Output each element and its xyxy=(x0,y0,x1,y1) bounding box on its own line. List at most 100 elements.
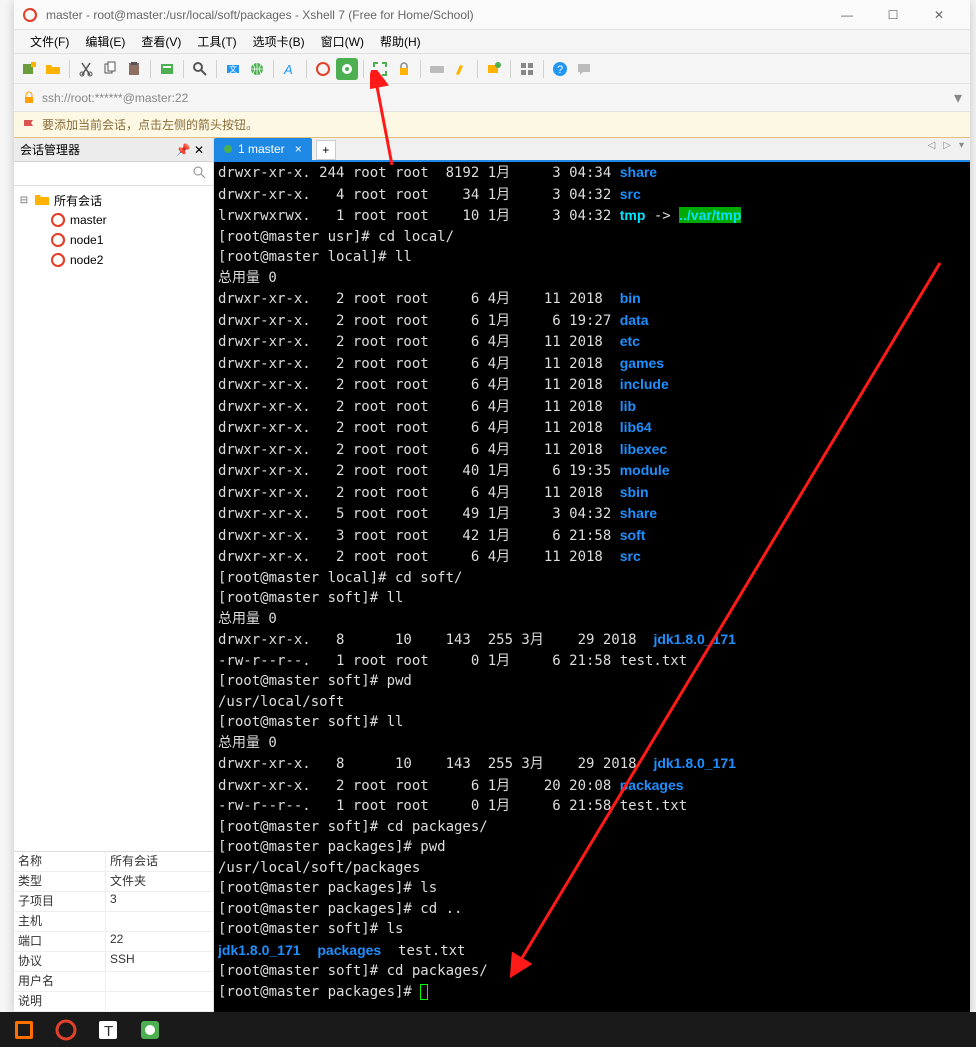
session-tree: ⊟ 所有会话 master node1 node2 xyxy=(14,186,213,851)
taskbar: T xyxy=(0,1012,976,1047)
sidebar: 会话管理器 📌 ✕ ⊟ 所有会话 masternode1node2 名称所有会话… xyxy=(14,138,214,1012)
separator-icon xyxy=(273,60,274,78)
fullscreen-button[interactable] xyxy=(369,58,391,80)
collapse-icon[interactable]: ⊟ xyxy=(18,195,30,206)
highlight-button[interactable] xyxy=(450,58,472,80)
dropdown-icon[interactable]: ▾ xyxy=(954,88,962,108)
find-button[interactable] xyxy=(189,58,211,80)
globe-button[interactable] xyxy=(246,58,268,80)
address-bar[interactable]: ssh://root:******@master:22 ▾ xyxy=(14,84,970,112)
search-input[interactable] xyxy=(14,162,213,185)
new-session-button[interactable] xyxy=(18,58,40,80)
search-icon xyxy=(193,166,207,180)
cut-button[interactable] xyxy=(75,58,97,80)
terminal[interactable]: drwxr-xr-x. 244 root root 8192 1月 3 04:3… xyxy=(214,162,970,1012)
separator-icon xyxy=(510,60,511,78)
body: 会话管理器 📌 ✕ ⊟ 所有会话 masternode1node2 名称所有会话… xyxy=(14,138,970,1012)
prop-key: 端口 xyxy=(14,932,106,951)
close-button[interactable]: ✕ xyxy=(916,0,962,30)
windows-button[interactable] xyxy=(516,58,538,80)
taskbar-xftp-icon[interactable] xyxy=(138,1018,162,1042)
prop-row: 子项目3 xyxy=(14,892,213,912)
prop-value: 所有会话 xyxy=(106,852,213,871)
svg-text:文: 文 xyxy=(229,64,237,74)
tree-session-node1[interactable]: node1 xyxy=(42,230,213,250)
xftp-button[interactable] xyxy=(336,58,358,80)
menu-file[interactable]: 文件(F) xyxy=(22,29,77,54)
tabbar: 1 master × + ◁ ▷ ▾ xyxy=(214,138,970,162)
prop-row: 用户名 xyxy=(14,972,213,992)
taskbar-vmware-icon[interactable] xyxy=(12,1018,36,1042)
tab-next-icon[interactable]: ▷ xyxy=(943,140,951,151)
tab-close-icon[interactable]: × xyxy=(295,142,302,156)
tab-add-button[interactable]: + xyxy=(316,140,336,160)
close-icon[interactable]: ✕ xyxy=(191,142,207,158)
paste-button[interactable] xyxy=(123,58,145,80)
open-button[interactable] xyxy=(42,58,64,80)
session-icon xyxy=(50,212,66,228)
xshell-icon-button[interactable] xyxy=(312,58,334,80)
svg-text:T: T xyxy=(104,1023,113,1040)
new-tab-button[interactable] xyxy=(483,58,505,80)
menu-edit[interactable]: 编辑(E) xyxy=(77,29,133,54)
session-props-button[interactable] xyxy=(156,58,178,80)
window-title: master - root@master:/usr/local/soft/pac… xyxy=(46,8,824,22)
menu-window[interactable]: 窗口(W) xyxy=(313,29,372,54)
svg-text:A: A xyxy=(283,62,293,77)
tree-session-master[interactable]: master xyxy=(42,210,213,230)
sidebar-header: 会话管理器 📌 ✕ xyxy=(14,138,213,162)
sidebar-title: 会话管理器 xyxy=(20,141,80,158)
tab-list-icon[interactable]: ▾ xyxy=(959,140,964,151)
prop-row: 主机 xyxy=(14,912,213,932)
prop-key: 类型 xyxy=(14,872,106,891)
hint-text: 要添加当前会话，点击左侧的箭头按钮。 xyxy=(42,116,258,133)
titlebar: master - root@master:/usr/local/soft/pac… xyxy=(14,0,970,30)
prop-value: 3 xyxy=(106,892,213,911)
menu-tabs[interactable]: 选项卡(B) xyxy=(245,29,313,54)
main-area: 1 master × + ◁ ▷ ▾ drwxr-xr-x. 244 root … xyxy=(214,138,970,1012)
toolbar: 文 A ? xyxy=(14,54,970,84)
tab-prev-icon[interactable]: ◁ xyxy=(928,140,936,151)
tree-session-node2[interactable]: node2 xyxy=(42,250,213,270)
prop-value xyxy=(106,972,213,991)
tab-label: 1 master xyxy=(238,142,285,156)
prop-key: 名称 xyxy=(14,852,106,871)
tree-root-label: 所有会话 xyxy=(54,192,102,209)
help-button[interactable]: ? xyxy=(549,58,571,80)
prop-row: 协议SSH xyxy=(14,952,213,972)
keyboard-button[interactable] xyxy=(426,58,448,80)
prop-value: 文件夹 xyxy=(106,872,213,891)
chat-button[interactable] xyxy=(573,58,595,80)
copy-button[interactable] xyxy=(99,58,121,80)
minimize-button[interactable]: ― xyxy=(824,0,870,30)
tab-nav: ◁ ▷ ▾ xyxy=(928,140,964,151)
separator-icon xyxy=(183,60,184,78)
lang-button[interactable]: 文 xyxy=(222,58,244,80)
prop-row: 说明 xyxy=(14,992,213,1012)
session-label: node1 xyxy=(70,233,103,247)
separator-icon xyxy=(477,60,478,78)
hint-bar: 要添加当前会话，点击左侧的箭头按钮。 xyxy=(14,112,970,138)
menu-help[interactable]: 帮助(H) xyxy=(372,29,429,54)
prop-value: SSH xyxy=(106,952,213,971)
maximize-button[interactable]: ☐ xyxy=(870,0,916,30)
pin-icon[interactable]: 📌 xyxy=(175,142,191,158)
menu-view[interactable]: 查看(V) xyxy=(133,29,189,54)
taskbar-typora-icon[interactable]: T xyxy=(96,1018,120,1042)
lock-icon xyxy=(22,91,36,105)
app-window: master - root@master:/usr/local/soft/pac… xyxy=(14,0,970,1012)
properties-panel: 名称所有会话类型文件夹子项目3主机端口22协议SSH用户名说明 xyxy=(14,851,213,1012)
prop-key: 主机 xyxy=(14,912,106,931)
lock-button[interactable] xyxy=(393,58,415,80)
flag-icon xyxy=(22,118,36,132)
tab-master[interactable]: 1 master × xyxy=(214,138,312,160)
sidebar-search[interactable] xyxy=(14,162,213,186)
menu-tools[interactable]: 工具(T) xyxy=(189,29,244,54)
font-button[interactable]: A xyxy=(279,58,301,80)
tree-root[interactable]: ⊟ 所有会话 xyxy=(14,190,213,210)
prop-row: 类型文件夹 xyxy=(14,872,213,892)
separator-icon xyxy=(150,60,151,78)
taskbar-xshell-icon[interactable] xyxy=(54,1018,78,1042)
separator-icon xyxy=(543,60,544,78)
prop-row: 端口22 xyxy=(14,932,213,952)
